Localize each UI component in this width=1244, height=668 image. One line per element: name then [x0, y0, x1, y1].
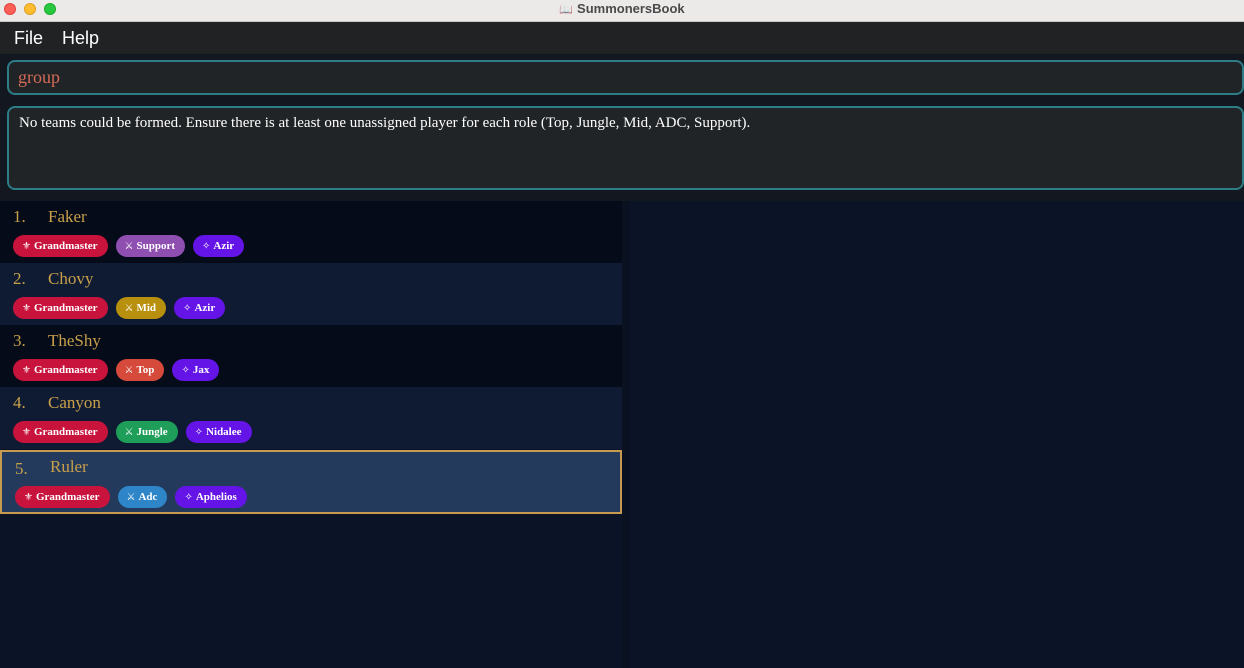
player-card[interactable]: 3. TheShy ⚜ Grandmaster ⚔ Top ✧ Jax: [0, 325, 622, 387]
crossed-swords-icon: ⚔: [126, 492, 136, 503]
window-title: 📖 SummonersBook: [0, 0, 1244, 20]
sparkle-icon: ✧: [181, 365, 190, 376]
crossed-swords-icon: ⚔: [124, 427, 134, 438]
champion-tag: ✧ Azir: [174, 297, 226, 319]
rank-tag-label: Grandmaster: [33, 364, 98, 376]
player-tags: ⚜ Grandmaster ⚔ Top ✧ Jax: [13, 359, 220, 381]
role-tag-label: Mid: [136, 302, 157, 314]
role-tag-label: Support: [136, 240, 176, 252]
team-panel: [630, 201, 1244, 668]
sparkle-icon: ✧: [183, 303, 192, 314]
rank-tag: ⚜ Grandmaster: [13, 235, 108, 257]
rank-tag: ⚜ Grandmaster: [15, 486, 110, 508]
champion-tag-label: Azir: [213, 240, 235, 252]
champion-tag: ✧ Jax: [172, 359, 220, 381]
player-card[interactable]: 2. Chovy ⚜ Grandmaster ⚔ Mid ✧ Azir: [0, 263, 622, 325]
book-icon: 📖: [559, 4, 574, 16]
rank-tag: ⚜ Grandmaster: [13, 421, 108, 443]
window-title-text: SummonersBook: [577, 1, 685, 16]
rank-tag-label: Grandmaster: [35, 491, 100, 503]
command-input[interactable]: group: [7, 60, 1244, 95]
role-tag-label: Top: [136, 364, 155, 376]
rank-tag-label: Grandmaster: [33, 302, 98, 314]
result-display: No teams could be formed. Ensure there i…: [7, 106, 1244, 190]
role-tag-label: Adc: [138, 491, 158, 503]
menu-help[interactable]: Help: [62, 27, 99, 49]
player-card[interactable]: 5. Ruler ⚜ Grandmaster ⚔ Adc ✧ Aphelios: [0, 450, 622, 514]
crossed-swords-icon: ⚔: [124, 365, 134, 376]
champion-tag-label: Jax: [192, 364, 210, 376]
player-tags: ⚜ Grandmaster ⚔ Adc ✧ Aphelios: [15, 486, 247, 508]
crossed-swords-icon: ⚔: [124, 303, 134, 314]
player-index: 1.: [13, 207, 26, 226]
role-tag: ⚔ Jungle: [115, 421, 178, 443]
fleur-de-lis-icon: ⚜: [22, 365, 31, 376]
role-tag: ⚔ Top: [115, 359, 165, 381]
role-tag: ⚔ Support: [115, 235, 186, 257]
champion-tag: ✧ Aphelios: [175, 486, 247, 508]
sparkle-icon: ✧: [184, 492, 193, 503]
champion-tag: ✧ Azir: [193, 235, 245, 257]
player-tags: ⚜ Grandmaster ⚔ Jungle ✧ Nidalee: [13, 421, 252, 443]
rank-tag: ⚜ Grandmaster: [13, 359, 108, 381]
fleur-de-lis-icon: ⚜: [24, 492, 33, 503]
champion-tag-label: Aphelios: [195, 491, 237, 503]
player-card[interactable]: 4. Canyon ⚜ Grandmaster ⚔ Jungle ✧ Nidalee: [0, 387, 622, 449]
player-index: 2.: [13, 269, 26, 288]
fleur-de-lis-icon: ⚜: [22, 241, 31, 252]
champion-tag: ✧ Nidalee: [185, 421, 252, 443]
player-index: 4.: [13, 393, 26, 412]
sparkle-icon: ✧: [194, 427, 204, 438]
player-name: TheShy: [48, 331, 101, 350]
sparkle-icon: ✧: [202, 241, 211, 252]
fleur-de-lis-icon: ⚜: [22, 427, 31, 438]
title-bar: 📖 SummonersBook: [0, 0, 1244, 22]
rank-tag-label: Grandmaster: [33, 240, 98, 252]
player-index: 5.: [15, 459, 28, 478]
player-name: Chovy: [48, 269, 94, 288]
player-index: 3.: [13, 331, 26, 350]
menu-bar: File Help: [0, 22, 1244, 54]
player-name: Faker: [48, 207, 87, 226]
champion-tag-label: Azir: [194, 302, 216, 314]
role-tag: ⚔ Adc: [117, 486, 168, 508]
crossed-swords-icon: ⚔: [124, 241, 134, 252]
player-name: Ruler: [50, 457, 88, 476]
champion-tag-label: Nidalee: [206, 426, 242, 438]
split-pane-divider[interactable]: [622, 201, 630, 668]
role-tag: ⚔ Mid: [115, 297, 167, 319]
menu-file[interactable]: File: [14, 27, 43, 49]
rank-tag-label: Grandmaster: [33, 426, 98, 438]
rank-tag: ⚜ Grandmaster: [13, 297, 108, 319]
player-card[interactable]: 1. Faker ⚜ Grandmaster ⚔ Support ✧ Azir: [0, 201, 622, 263]
player-tags: ⚜ Grandmaster ⚔ Support ✧ Azir: [13, 235, 245, 257]
player-list[interactable]: 1. Faker ⚜ Grandmaster ⚔ Support ✧ Azir 2. Chovy ⚜…: [0, 201, 622, 668]
player-name: Canyon: [48, 393, 101, 412]
fleur-de-lis-icon: ⚜: [22, 303, 31, 314]
role-tag-label: Jungle: [136, 426, 168, 438]
player-tags: ⚜ Grandmaster ⚔ Mid ✧ Azir: [13, 297, 226, 319]
